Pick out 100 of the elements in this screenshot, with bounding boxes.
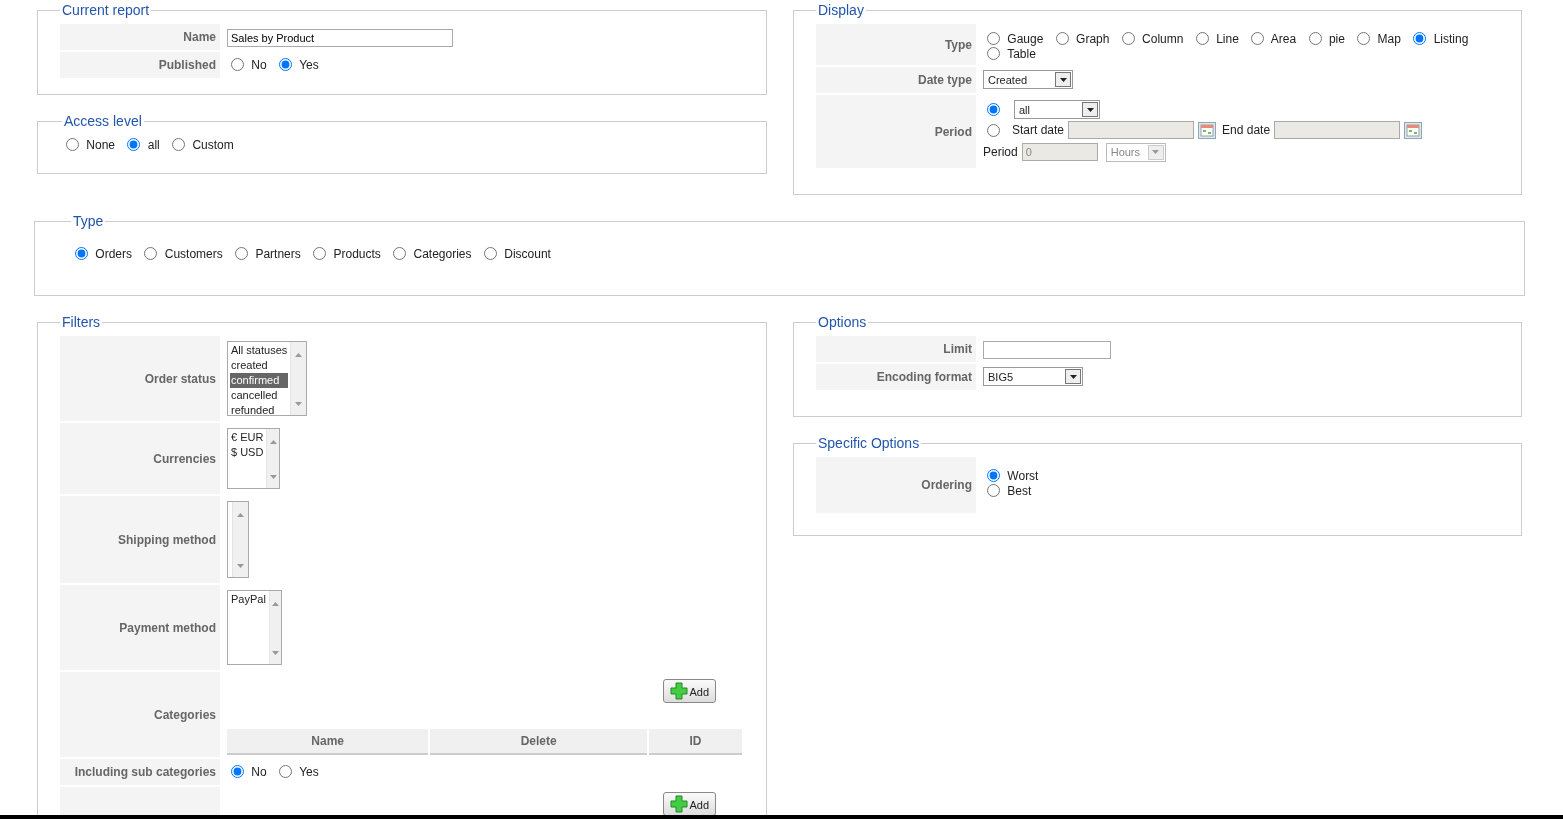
dropdown[interactable]: BIG5 — [983, 367, 1083, 387]
radio-label: Yes — [299, 765, 319, 779]
section-title: Options — [817, 314, 868, 330]
radio-label: Column — [1142, 32, 1184, 46]
scrollbar[interactable] — [266, 429, 279, 488]
input-field[interactable]: Sales by Product — [227, 29, 453, 47]
radio-button[interactable] — [1413, 32, 1427, 45]
radio-label: Products — [333, 247, 381, 261]
down-arrow-icon[interactable] — [1086, 107, 1094, 112]
list-option[interactable]: confirmed — [230, 373, 289, 388]
list-option[interactable]: € EUR — [230, 430, 265, 445]
field-label: Categories — [60, 672, 220, 757]
radio-button[interactable] — [313, 247, 327, 260]
radio-button[interactable] — [231, 765, 244, 778]
up-arrow-icon[interactable] — [237, 513, 244, 518]
radio-label: Yes — [299, 58, 319, 72]
field-label: Including sub categories — [60, 759, 220, 785]
down-arrow-icon[interactable] — [1059, 77, 1067, 82]
section-title: Filters — [61, 314, 102, 330]
dropdown[interactable]: all — [1014, 100, 1100, 119]
field-label: Date type — [816, 67, 976, 93]
radio-label: Graph — [1076, 32, 1110, 46]
radio-button[interactable] — [235, 247, 249, 260]
dropdown[interactable]: Created — [983, 70, 1073, 90]
field-label: End date — [1222, 122, 1271, 139]
radio-label: None — [86, 138, 116, 152]
radio-button[interactable] — [127, 138, 141, 151]
radio-label: Map — [1377, 32, 1401, 46]
radio-label: all — [147, 138, 160, 152]
add-button[interactable]: Add — [663, 792, 716, 816]
radio-button[interactable] — [393, 247, 407, 260]
radio-button[interactable] — [987, 103, 1000, 116]
radio-button[interactable] — [1121, 32, 1135, 45]
add-button[interactable]: Add — [663, 679, 716, 703]
list-option[interactable]: $ USD — [230, 445, 265, 460]
section-title: Current report — [61, 2, 151, 18]
field-label: Ordering — [816, 457, 976, 513]
field-label: Published — [60, 52, 220, 78]
radio-button[interactable] — [987, 484, 1000, 497]
radio-button[interactable] — [987, 469, 1000, 482]
radio-button[interactable] — [1357, 32, 1371, 45]
radio-button[interactable] — [172, 138, 186, 151]
radio-label: Best — [1007, 484, 1032, 498]
field-label: Name — [60, 24, 220, 50]
radio-button[interactable] — [66, 138, 79, 151]
radio-button[interactable] — [1055, 32, 1069, 45]
up-arrow-icon[interactable] — [269, 440, 277, 445]
radio-label: Partners — [255, 247, 301, 261]
list-box[interactable]: All statuses created confirmed cancelled refunded — [227, 341, 307, 416]
scrollbar[interactable] — [290, 342, 306, 415]
scrollbar[interactable] — [232, 502, 248, 577]
up-arrow-icon[interactable] — [271, 602, 279, 607]
input-field[interactable] — [983, 341, 1111, 359]
field-label: Type — [816, 24, 976, 65]
column-header: ID — [649, 729, 742, 755]
list-box[interactable]: PayPal — [227, 590, 282, 665]
radio-button[interactable] — [279, 58, 293, 71]
radio-label: Orders — [95, 247, 133, 261]
list-option[interactable]: All statuses — [230, 343, 289, 358]
field-label: Order status — [60, 336, 220, 421]
column-header: Delete — [430, 729, 647, 755]
radio-label: Categories — [413, 247, 472, 261]
field-label: Shipping method — [60, 496, 220, 583]
plus-icon — [670, 682, 689, 700]
radio-button[interactable] — [231, 58, 244, 71]
up-arrow-icon[interactable] — [295, 353, 303, 358]
list-box[interactable]: € EUR $ USD — [227, 428, 280, 489]
radio-label: Worst — [1007, 469, 1039, 483]
radio-button[interactable] — [1195, 32, 1209, 45]
calendar-icon[interactable] — [1404, 121, 1423, 139]
section-title: Type — [72, 213, 105, 229]
section-title: Display — [817, 2, 865, 18]
list-option[interactable]: created — [230, 358, 289, 373]
field-label: Payment method — [60, 585, 220, 670]
radio-label: No — [251, 765, 267, 779]
column-header: Name — [227, 729, 429, 755]
list-option[interactable]: refunded — [230, 403, 289, 418]
list-option[interactable]: cancelled — [230, 388, 289, 403]
list-option[interactable]: PayPal — [230, 592, 267, 607]
radio-label: Discount — [504, 247, 551, 261]
field-label: Period — [816, 95, 976, 168]
radio-label: No — [251, 58, 267, 72]
plus-icon — [670, 795, 689, 813]
field-label: Start date — [1012, 122, 1065, 139]
radio-label: Line — [1216, 32, 1239, 46]
field-label: Period — [983, 144, 1018, 161]
radio-button[interactable] — [483, 247, 497, 260]
radio-button[interactable] — [987, 47, 1000, 60]
section-title: Specific Options — [817, 435, 921, 451]
radio-button[interactable] — [75, 247, 88, 260]
calendar-icon[interactable] — [1198, 121, 1217, 139]
down-arrow-icon[interactable] — [1069, 374, 1077, 379]
scrollbar[interactable] — [268, 591, 281, 664]
radio-button[interactable] — [987, 32, 1000, 45]
list-box[interactable] — [227, 501, 249, 578]
radio-button[interactable] — [1251, 32, 1265, 45]
radio-button[interactable] — [144, 247, 158, 260]
radio-button[interactable] — [279, 765, 293, 778]
radio-label: pie — [1328, 32, 1345, 46]
radio-button[interactable] — [1308, 32, 1322, 45]
